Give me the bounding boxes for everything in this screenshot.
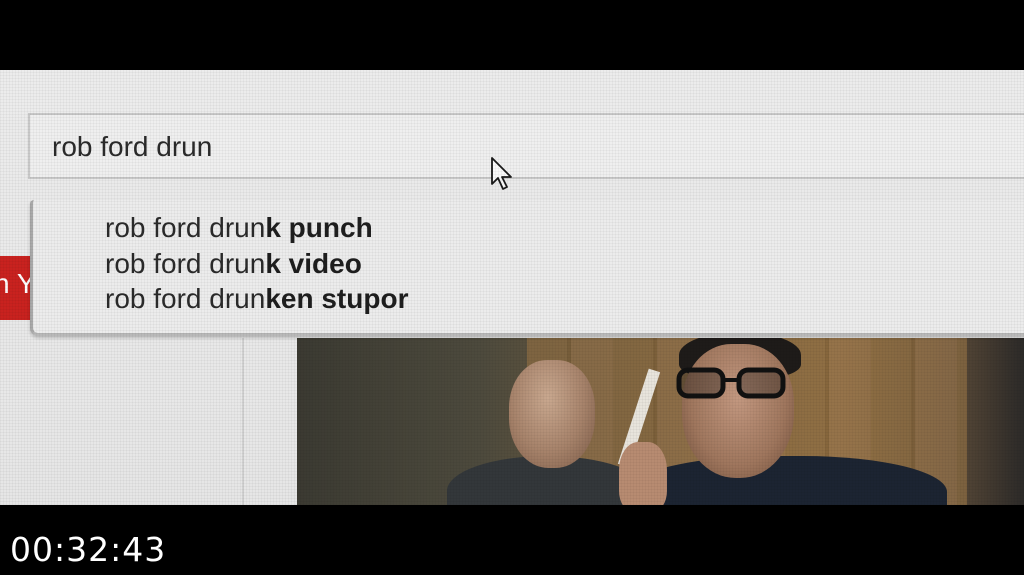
suggestion-item[interactable]: rob ford drunk video (105, 248, 362, 280)
suggestion-prefix: rob ford drun (105, 248, 266, 279)
mouse-pointer-icon (491, 157, 512, 190)
timecode: 00:32:43 (10, 530, 167, 569)
suggestion-prefix: rob ford drun (105, 212, 266, 243)
letterbox-top (0, 0, 1024, 70)
suggestion-completion: ken stupor (265, 283, 409, 314)
suggestion-completion: k punch (265, 212, 373, 243)
suggestion-item[interactable]: rob ford drunk punch (105, 212, 373, 244)
sidebar-divider (242, 338, 244, 505)
search-box[interactable] (28, 113, 1024, 179)
suggestion-completion: k video (265, 248, 362, 279)
search-input[interactable] (52, 130, 652, 164)
autocomplete-dropdown: rob ford drunk punch rob ford drunk vide… (30, 200, 1024, 336)
video-person-left-head (509, 360, 595, 468)
video-thumbnail[interactable] (297, 338, 1024, 505)
glasses-icon (676, 367, 786, 399)
video-hand (619, 442, 667, 505)
browser-screen: n Y rob ford drunk punch rob ford drunk … (0, 70, 1024, 505)
suggestion-prefix: rob ford drun (105, 283, 266, 314)
suggestion-item[interactable]: rob ford drunken stupor (105, 283, 408, 315)
subscribe-button-fragment-label: n Y (0, 268, 34, 299)
subscribe-button-fragment[interactable]: n Y (0, 256, 34, 320)
